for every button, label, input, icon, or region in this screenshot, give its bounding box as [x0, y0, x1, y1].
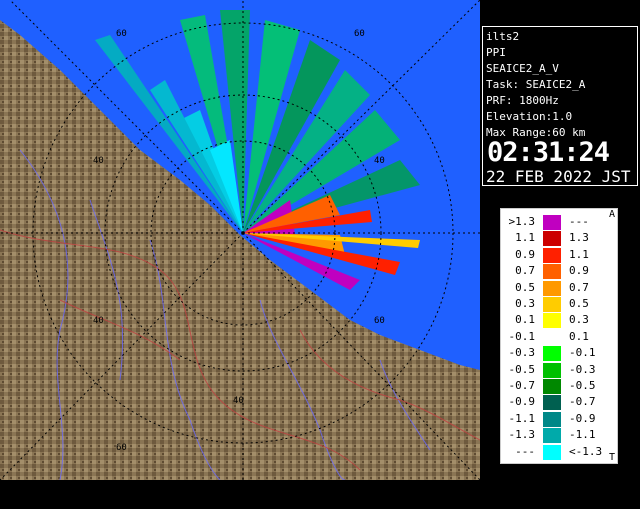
legend-swatch — [543, 362, 561, 378]
legend-swatch — [543, 444, 561, 460]
legend-low-value: -0.3 — [508, 346, 536, 360]
legend-low-value: --- — [515, 444, 535, 458]
legend-swatch — [543, 313, 561, 329]
legend-row: 0.3 0.5 — [501, 297, 617, 312]
legend-high-value: 0.7 — [569, 280, 589, 294]
legend-high-value: 0.9 — [569, 264, 589, 278]
legend-row: -0.1 0.1 — [501, 329, 617, 345]
radar-name: ilts2 — [486, 30, 520, 43]
radar-map: 40 40 40 60 60 60 40 60 — [0, 0, 480, 480]
legend-swatch — [543, 411, 561, 427]
legend-row: -0.5 -0.3 — [501, 362, 617, 378]
prf-value: PRF: 1800Hz — [486, 94, 559, 107]
legend-row: -0.9 -0.7 — [501, 395, 617, 411]
legend-row: --- <-1.3 — [501, 444, 617, 460]
velocity-legend: >1.3 --- 1.1 1.3 0.9 1.1 0.7 0.9 0.5 0.7 0.3 0.5 0.1… — [500, 208, 634, 509]
legend-low-value: 0.9 — [515, 247, 535, 261]
legend-low-value: 0.5 — [515, 280, 535, 294]
legend-high-value: -0.7 — [569, 395, 596, 409]
legend-title: Mean Velocity in m/s — [621, 395, 634, 509]
legend-high-value: 0.3 — [569, 313, 589, 327]
legend-low-value: -0.1 — [508, 329, 536, 343]
legend-high-value: -0.1 — [569, 346, 596, 360]
legend-high-value: -0.3 — [569, 362, 596, 376]
legend-low-value: -0.5 — [508, 362, 536, 376]
ring-label: 60 — [116, 443, 127, 453]
info-panel: ilts2 PPI SEAICE2_A_V Task: SEAICE2_A PR… — [480, 0, 640, 509]
legend-low-value: -0.9 — [508, 395, 536, 409]
legend-low-value: 0.3 — [515, 297, 535, 310]
legend-row: -0.7 -0.5 — [501, 379, 617, 394]
legend-high-value: <-1.3 — [569, 444, 603, 458]
radar-info-box: ilts2 PPI SEAICE2_A_V Task: SEAICE2_A PR… — [482, 26, 638, 186]
legend-high-value: -0.9 — [569, 411, 596, 425]
legend-swatch — [543, 379, 561, 394]
legend-low-value: 0.7 — [515, 264, 535, 278]
legend-high-value: -1.1 — [569, 428, 596, 442]
legend-row: 0.7 0.9 — [501, 264, 617, 280]
legend-low-value: -1.1 — [508, 411, 536, 425]
legend-high-value: 0.1 — [569, 329, 589, 343]
legend-swatch — [543, 297, 561, 312]
scan-mode: PPI — [486, 46, 506, 59]
legend-high-value: --- — [569, 215, 589, 228]
legend-swatch — [543, 247, 561, 263]
legend-bottom-marker: T — [608, 452, 615, 463]
legend-swatch — [543, 280, 561, 296]
ring-label: 40 — [93, 156, 104, 166]
legend-row: -1.1 -0.9 — [501, 411, 617, 427]
legend-low-value: -0.7 — [508, 379, 536, 392]
task-name: Task: SEAICE2_A — [486, 78, 586, 91]
ring-label: 40 — [233, 396, 244, 406]
legend-high-value: 0.5 — [569, 297, 589, 310]
legend-top-marker: A — [608, 209, 615, 220]
legend-low-value: 1.1 — [515, 231, 535, 245]
legend-low-value: >1.3 — [508, 215, 536, 228]
legend-swatch — [543, 395, 561, 411]
legend-swatch — [543, 329, 561, 345]
legend-row: >1.3 --- — [501, 215, 617, 230]
ring-label: 40 — [374, 156, 385, 166]
legend-swatch — [543, 231, 561, 247]
legend-swatch — [543, 428, 561, 444]
legend-high-value: 1.3 — [569, 231, 589, 245]
legend-swatch — [543, 264, 561, 280]
legend-high-value: 1.1 — [569, 247, 589, 261]
scan-time: 02:31:24 — [487, 137, 610, 168]
legend-low-value: -1.3 — [508, 428, 536, 442]
legend-row: 0.5 0.7 — [501, 280, 617, 296]
legend-row: -1.3 -1.1 — [501, 428, 617, 444]
legend-row: -0.3 -0.1 — [501, 346, 617, 362]
legend-row: 0.9 1.1 — [501, 247, 617, 263]
legend-row: 0.1 0.3 — [501, 313, 617, 329]
ring-label: 60 — [374, 316, 385, 326]
legend-high-value: -0.5 — [569, 379, 596, 392]
legend-swatch — [543, 215, 561, 230]
ring-label: 40 — [93, 316, 104, 326]
legend-low-value: 0.1 — [515, 313, 535, 327]
scan-date: 22 FEB 2022 JST — [486, 167, 631, 186]
legend-row: 1.1 1.3 — [501, 231, 617, 247]
legend-swatch — [543, 346, 561, 362]
elevation-value: Elevation:1.0 — [486, 110, 573, 123]
ring-label: 60 — [116, 29, 127, 39]
ring-label: 60 — [354, 29, 365, 39]
product-name: SEAICE2_A_V — [486, 62, 559, 75]
